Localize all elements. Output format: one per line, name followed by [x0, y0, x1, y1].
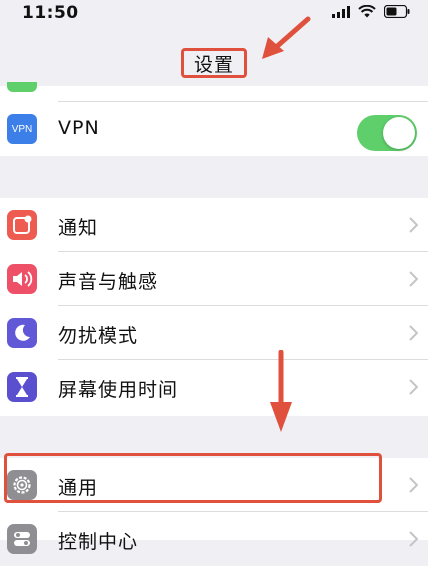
chevron-right-icon — [409, 325, 418, 341]
settings-row-do-not-disturb[interactable]: 勿扰模式 — [0, 306, 428, 360]
status-icons — [332, 5, 410, 18]
status-bar: 11:50 — [0, 0, 428, 28]
row-label: 控制中心 — [58, 531, 139, 553]
settings-row-notifications[interactable]: 通知 — [0, 198, 428, 252]
speaker-icon — [7, 264, 37, 294]
page-title-text: 设置 — [193, 53, 234, 76]
notification-icon — [7, 210, 37, 240]
vpn-toggle[interactable] — [357, 115, 417, 151]
red-arrow-icon — [270, 350, 292, 432]
chevron-right-icon — [409, 477, 418, 493]
status-time: 11:50 — [22, 3, 79, 23]
chevron-right-icon — [409, 531, 418, 547]
settings-group-notifications: 通知 声音与触感 勿扰模式 屏幕使用时间 — [0, 198, 428, 416]
row-label: 勿扰模式 — [58, 325, 139, 347]
hourglass-icon — [7, 372, 37, 402]
vpn-row[interactable]: VPN VPN — [0, 102, 428, 156]
vpn-icon: VPN — [7, 114, 37, 144]
settings-row-screen-time[interactable]: 屏幕使用时间 — [0, 360, 428, 414]
highlight-box — [4, 453, 382, 503]
toggle-knob — [383, 117, 415, 149]
settings-group-network: VPN VPN — [0, 82, 428, 156]
battery-icon — [384, 5, 410, 18]
chevron-right-icon — [409, 217, 418, 233]
red-arrow-icon — [262, 16, 311, 59]
settings-row-sounds[interactable]: 声音与触感 — [0, 252, 428, 306]
toggles-icon — [7, 524, 37, 554]
vpn-label: VPN — [58, 117, 100, 139]
row-label: 声音与触感 — [58, 271, 159, 293]
cut-off-row-icon — [7, 82, 37, 92]
settings-row-control-center[interactable]: 控制中心 — [0, 512, 428, 566]
chevron-right-icon — [409, 379, 418, 395]
cellular-signal-icon — [332, 5, 350, 18]
row-label: 通知 — [58, 217, 99, 239]
row-label: 屏幕使用时间 — [58, 379, 179, 401]
chevron-right-icon — [409, 271, 418, 287]
page-title: 设置 — [181, 48, 247, 78]
wifi-icon — [358, 5, 376, 18]
vpn-icon-text: VPN — [11, 123, 33, 135]
moon-icon — [7, 318, 37, 348]
